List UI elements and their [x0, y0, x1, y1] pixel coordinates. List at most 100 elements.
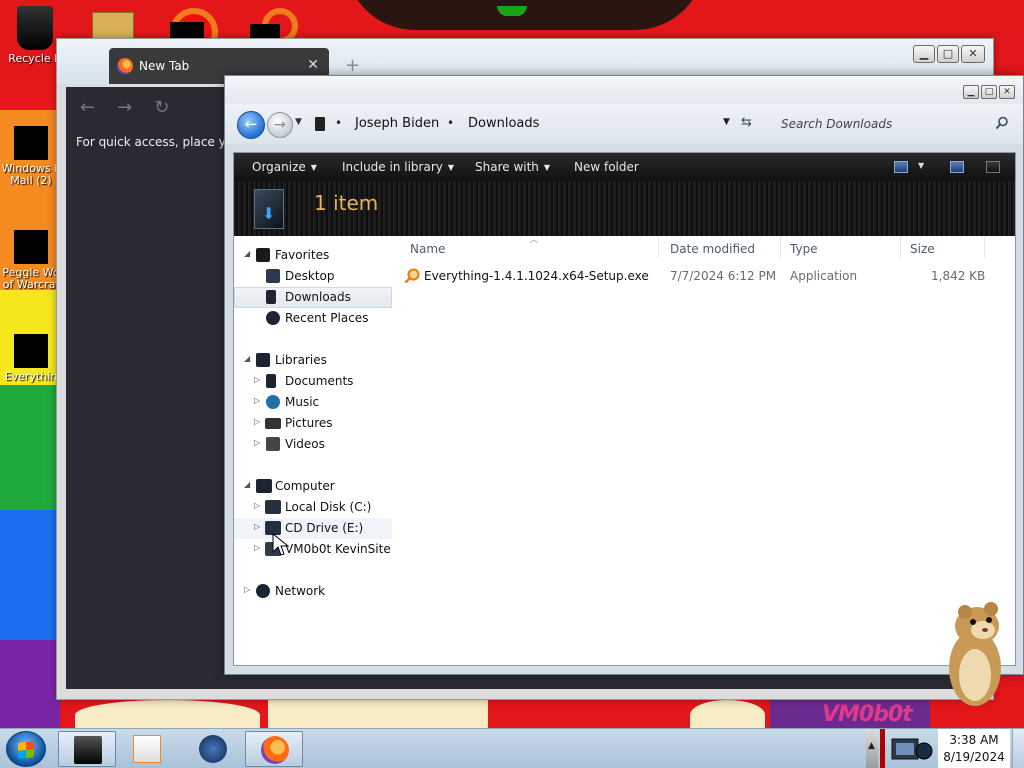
reload-icon[interactable]: ↻ [154, 97, 169, 118]
back-arrow-icon[interactable]: ← [80, 97, 95, 118]
recent-pages-dropdown-icon[interactable]: ▼ [295, 117, 302, 127]
nav-label: Libraries [275, 353, 327, 367]
taskbar-firefox-button[interactable] [245, 731, 303, 767]
change-view-icon[interactable] [894, 161, 908, 173]
start-button[interactable] [6, 731, 46, 767]
details-header: 1 item [234, 181, 1015, 236]
taskbar-explorer-button[interactable] [58, 731, 116, 767]
taskbar-media-player-button[interactable] [118, 731, 176, 767]
nav-network[interactable]: ▷ Network [234, 581, 392, 602]
show-hidden-icons-icon[interactable]: ▲ [868, 741, 875, 751]
nav-desktop[interactable]: Desktop [234, 266, 392, 287]
breadcrumb-downloads[interactable]: Downloads [468, 116, 539, 131]
videos-icon [266, 437, 280, 451]
nav-recent-places[interactable]: Recent Places [234, 308, 392, 329]
minimize-button[interactable]: ▁ [963, 85, 979, 99]
desktop-icon-windows-live-mail[interactable]: Windows L Mail (2) [0, 126, 62, 187]
sort-ascending-icon: ︿ [530, 235, 538, 244]
downloads-folder-icon [254, 189, 284, 229]
nav-downloads[interactable]: Downloads [234, 287, 392, 308]
tab-close-icon[interactable]: ✕ [307, 57, 319, 73]
file-date-modified: 7/7/2024 6:12 PM [670, 269, 777, 283]
collapsed-arrow-icon[interactable]: ▷ [254, 438, 260, 447]
back-button[interactable]: ← [237, 111, 265, 139]
address-dropdown-icon[interactable]: ▼ [723, 117, 730, 127]
media-player-icon [133, 735, 161, 763]
navigation-pane: ◢ Favorites Desktop Downloads Recent Pla… [234, 236, 392, 665]
expanded-arrow-icon[interactable]: ◢ [244, 354, 250, 363]
documents-icon [266, 374, 276, 388]
desktop-icon-label: Recycle B [8, 52, 62, 65]
command-label: New folder [574, 160, 639, 174]
column-header-type[interactable]: Type [790, 242, 818, 256]
column-header-size[interactable]: Size [910, 242, 935, 256]
nav-label: Desktop [285, 269, 335, 283]
nav-music[interactable]: ▷ Music [234, 392, 392, 413]
wallpaper-cream-shape [75, 700, 260, 728]
preview-pane-icon[interactable] [950, 161, 964, 173]
nav-vm0b0t-kevinsite[interactable]: ▷ VM0b0t KevinSite [234, 539, 392, 560]
column-separator[interactable] [658, 236, 659, 258]
collapsed-arrow-icon[interactable]: ▷ [254, 501, 260, 510]
close-button[interactable]: ✕ [999, 85, 1015, 99]
globe-icon [199, 735, 227, 763]
network-status-icon[interactable] [890, 735, 934, 763]
downloads-icon [266, 290, 276, 304]
new-folder-button[interactable]: New folder [574, 160, 639, 174]
breadcrumb-separator-icon[interactable]: • [335, 116, 342, 130]
breadcrumb-joseph-biden[interactable]: Joseph Biden [355, 116, 439, 131]
nav-pictures[interactable]: ▷ Pictures [234, 413, 392, 434]
column-header-name[interactable]: Name [410, 242, 445, 256]
nav-computer[interactable]: ◢ Computer [234, 476, 392, 497]
desktop-icon-everything[interactable]: Everythin [0, 334, 62, 383]
column-separator[interactable] [984, 236, 985, 258]
close-button[interactable]: ✕ [961, 45, 985, 63]
collapsed-arrow-icon[interactable]: ▷ [254, 543, 260, 552]
nav-documents[interactable]: ▷ Documents [234, 371, 392, 392]
desktop-icon [266, 269, 280, 283]
share-with-button[interactable]: Share with ▼ [475, 160, 550, 174]
new-tab-icon[interactable]: + [345, 55, 360, 76]
breadcrumb-separator-icon[interactable]: • [447, 116, 454, 130]
help-icon[interactable] [986, 161, 1000, 173]
recent-places-icon [266, 311, 280, 325]
maximize-button[interactable]: □ [981, 85, 997, 99]
maximize-button[interactable]: □ [937, 45, 959, 63]
desktop-icon-peggle[interactable]: Peggle Wo of Warcraf [0, 230, 62, 291]
command-bar: Organize ▼ Include in library ▼ Share with… [234, 153, 1015, 181]
minimize-button[interactable]: ▁ [913, 45, 935, 63]
rainbow-blue [0, 510, 60, 640]
nav-libraries[interactable]: ◢ Libraries [234, 350, 392, 371]
organize-button[interactable]: Organize ▼ [252, 160, 317, 174]
search-icon[interactable] [995, 116, 1009, 130]
collapsed-arrow-icon[interactable]: ▷ [254, 396, 260, 405]
expanded-arrow-icon[interactable]: ◢ [244, 480, 250, 489]
collapsed-arrow-icon[interactable]: ▷ [254, 375, 260, 384]
taskbar-ie-button[interactable] [184, 731, 242, 767]
column-separator[interactable] [900, 236, 901, 258]
collapsed-arrow-icon[interactable]: ▷ [244, 585, 250, 594]
forward-arrow-icon[interactable]: → [117, 97, 132, 118]
system-clock[interactable]: 3:38 AM 8/19/2024 [938, 729, 1010, 768]
chevron-down-icon: ▼ [447, 163, 455, 172]
computer-icon [256, 479, 272, 493]
collapsed-arrow-icon[interactable]: ▷ [254, 417, 260, 426]
nav-favorites[interactable]: ◢ Favorites [234, 245, 392, 266]
nav-local-disk-c[interactable]: ▷ Local Disk (C:) [234, 497, 392, 518]
show-desktop-button[interactable] [1012, 729, 1024, 768]
wallpaper-cream-shape [690, 700, 765, 728]
nav-cd-drive-e[interactable]: ▷ CD Drive (E:) [234, 518, 392, 539]
view-dropdown-icon[interactable]: ▼ [918, 161, 924, 170]
search-input[interactable] [773, 110, 1013, 138]
column-separator[interactable] [780, 236, 781, 258]
include-in-library-button[interactable]: Include in library ▼ [342, 160, 454, 174]
pictures-icon [265, 418, 281, 429]
column-header-date-modified[interactable]: Date modified [670, 242, 755, 256]
nav-videos[interactable]: ▷ Videos [234, 434, 392, 455]
file-row[interactable]: Everything-1.4.1.1024.x64-Setup.exe 7/7/… [400, 266, 1000, 288]
collapsed-arrow-icon[interactable]: ▷ [254, 522, 260, 531]
expanded-arrow-icon[interactable]: ◢ [244, 249, 250, 258]
music-icon [266, 395, 280, 409]
refresh-icon[interactable]: ⇆ [741, 115, 752, 130]
forward-button[interactable]: → [267, 112, 293, 138]
